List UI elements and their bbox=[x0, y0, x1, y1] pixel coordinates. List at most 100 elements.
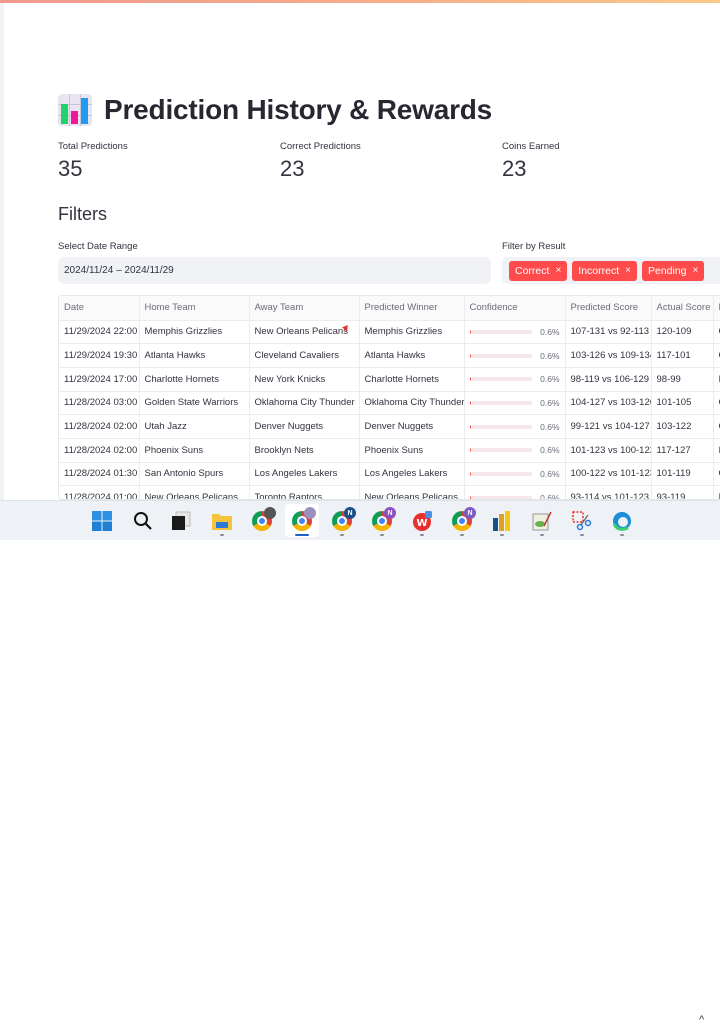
remove-icon[interactable]: × bbox=[625, 265, 631, 276]
result-filter-multiselect[interactable]: Correct × Incorrect × Pending × bbox=[502, 257, 720, 284]
column-header-actual-score[interactable]: Actual Score bbox=[651, 296, 713, 320]
cell-home-team[interactable]: Memphis Grizzlies bbox=[139, 320, 249, 344]
show-hidden-icons-chevron-up-icon[interactable]: ^ bbox=[699, 1014, 704, 1026]
cell-predicted-winner[interactable]: Memphis Grizzlies bbox=[359, 320, 464, 344]
date-range-input[interactable]: 2024/11/24 – 2024/11/29 bbox=[58, 257, 491, 284]
cell-date[interactable]: 11/28/2024 03:00 bbox=[59, 391, 139, 415]
cell-predicted-winner[interactable]: New Orleans Pelicans bbox=[359, 486, 464, 500]
column-header-predicted-score[interactable]: Predicted Score bbox=[565, 296, 651, 320]
cell-result[interactable]: Correct bbox=[713, 344, 720, 368]
cell-away-team[interactable]: Los Angeles Lakers bbox=[249, 462, 359, 486]
filter-pill-correct[interactable]: Correct × bbox=[509, 261, 567, 281]
cell-predicted-score[interactable]: 107-131 vs 92-113 bbox=[565, 320, 651, 344]
cell-actual-score[interactable]: 103-122 bbox=[651, 415, 713, 439]
cell-confidence[interactable]: 0.6% bbox=[464, 415, 565, 439]
table-row[interactable]: 11/28/2024 01:00New Orleans PelicansToro… bbox=[59, 486, 720, 500]
cell-away-team[interactable]: Brooklyn Nets bbox=[249, 438, 359, 462]
cell-confidence[interactable]: 0.6% bbox=[464, 462, 565, 486]
column-header-date[interactable]: Date bbox=[59, 296, 139, 320]
cell-home-team[interactable]: San Antonio Spurs bbox=[139, 462, 249, 486]
snipping-tool-button[interactable] bbox=[565, 504, 599, 537]
cell-predicted-score[interactable]: 104-127 vs 103-126 bbox=[565, 391, 651, 415]
wps-office-button[interactable]: W bbox=[405, 504, 439, 537]
cell-actual-score[interactable]: 101-119 bbox=[651, 462, 713, 486]
cell-confidence[interactable]: 0.6% bbox=[464, 438, 565, 462]
cell-predicted-winner[interactable]: Charlotte Hornets bbox=[359, 367, 464, 391]
column-header-confidence[interactable]: Confidence bbox=[464, 296, 565, 320]
cell-predicted-winner[interactable]: Los Angeles Lakers bbox=[359, 462, 464, 486]
cell-actual-score[interactable]: 93-119 bbox=[651, 486, 713, 500]
cell-result[interactable]: Correct bbox=[713, 320, 720, 344]
table-row[interactable]: 11/28/2024 03:00Golden State WarriorsOkl… bbox=[59, 391, 720, 415]
cell-predicted-score[interactable]: 98-119 vs 106-129 bbox=[565, 367, 651, 391]
column-header-away-team[interactable]: Away Team bbox=[249, 296, 359, 320]
cell-home-team[interactable]: Atlanta Hawks bbox=[139, 344, 249, 368]
cell-predicted-score[interactable]: 103-126 vs 109-134 bbox=[565, 344, 651, 368]
cell-result[interactable]: Correct bbox=[713, 462, 720, 486]
cell-away-team[interactable]: Oklahoma City Thunder bbox=[249, 391, 359, 415]
cell-actual-score[interactable]: 101-105 bbox=[651, 391, 713, 415]
cell-away-team[interactable]: New Orleans Pelicans bbox=[249, 320, 359, 344]
cell-date[interactable]: 11/29/2024 17:00 bbox=[59, 367, 139, 391]
cell-result[interactable]: Incorrect bbox=[713, 438, 720, 462]
cell-away-team[interactable]: Cleveland Cavaliers bbox=[249, 344, 359, 368]
cell-home-team[interactable]: Utah Jazz bbox=[139, 415, 249, 439]
cell-actual-score[interactable]: 117-127 bbox=[651, 438, 713, 462]
cell-date[interactable]: 11/28/2024 01:00 bbox=[59, 486, 139, 500]
column-header-result[interactable]: Result bbox=[713, 296, 720, 320]
table-row[interactable]: 11/28/2024 01:30San Antonio SpursLos Ang… bbox=[59, 462, 720, 486]
table-row[interactable]: 11/28/2024 02:00Phoenix SunsBrooklyn Net… bbox=[59, 438, 720, 462]
table-row[interactable]: 11/29/2024 19:30Atlanta HawksCleveland C… bbox=[59, 344, 720, 368]
cell-predicted-winner[interactable]: Denver Nuggets bbox=[359, 415, 464, 439]
search-button[interactable] bbox=[126, 504, 160, 537]
cell-predicted-winner[interactable]: Phoenix Suns bbox=[359, 438, 464, 462]
cell-result[interactable]: Incorrect bbox=[713, 486, 720, 500]
file-explorer-button[interactable] bbox=[205, 504, 239, 537]
remove-icon[interactable]: × bbox=[693, 265, 699, 276]
cell-home-team[interactable]: Golden State Warriors bbox=[139, 391, 249, 415]
power-bi-button[interactable] bbox=[485, 504, 519, 537]
start-button[interactable] bbox=[85, 504, 119, 537]
cell-result[interactable]: Correct bbox=[713, 391, 720, 415]
cell-confidence[interactable]: 0.6% bbox=[464, 320, 565, 344]
cell-away-team[interactable]: New York Knicks bbox=[249, 367, 359, 391]
column-header-home-team[interactable]: Home Team bbox=[139, 296, 249, 320]
chrome-profile-n-purple-2-button[interactable]: N bbox=[445, 504, 479, 537]
cell-predicted-score[interactable]: 99-121 vs 104-127 bbox=[565, 415, 651, 439]
chrome-profile-n-purple-button[interactable]: N bbox=[365, 504, 399, 537]
cell-predicted-score[interactable]: 100-122 vs 101-123 bbox=[565, 462, 651, 486]
cell-home-team[interactable]: New Orleans Pelicans bbox=[139, 486, 249, 500]
sidebar-collapsed-edge[interactable] bbox=[0, 3, 4, 500]
cell-predicted-score[interactable]: 93-114 vs 101-123 bbox=[565, 486, 651, 500]
cell-away-team[interactable]: Toronto Raptors bbox=[249, 486, 359, 500]
table-row[interactable]: 11/29/2024 17:00Charlotte HornetsNew Yor… bbox=[59, 367, 720, 391]
cell-predicted-winner[interactable]: Atlanta Hawks bbox=[359, 344, 464, 368]
chrome-profile-2-button[interactable] bbox=[285, 504, 319, 537]
cell-home-team[interactable]: Charlotte Hornets bbox=[139, 367, 249, 391]
cell-date[interactable]: 11/28/2024 02:00 bbox=[59, 438, 139, 462]
filter-pill-pending[interactable]: Pending × bbox=[642, 261, 704, 281]
cell-actual-score[interactable]: 98-99 bbox=[651, 367, 713, 391]
prediction-history-table[interactable]: Date Home Team Away Team Predicted Winne… bbox=[58, 295, 720, 500]
cell-away-team[interactable]: Denver Nuggets bbox=[249, 415, 359, 439]
cell-confidence[interactable]: 0.6% bbox=[464, 486, 565, 500]
chrome-profile-n-blue-button[interactable]: N bbox=[325, 504, 359, 537]
notepad-plus-plus-button[interactable] bbox=[525, 504, 559, 537]
remove-icon[interactable]: × bbox=[555, 265, 561, 276]
cell-confidence[interactable]: 0.6% bbox=[464, 367, 565, 391]
filter-pill-incorrect[interactable]: Incorrect × bbox=[572, 261, 637, 281]
column-header-predicted-winner[interactable]: Predicted Winner bbox=[359, 296, 464, 320]
cell-date[interactable]: 11/28/2024 01:30 bbox=[59, 462, 139, 486]
cell-confidence[interactable]: 0.6% bbox=[464, 391, 565, 415]
cell-actual-score[interactable]: 120-109 bbox=[651, 320, 713, 344]
cell-predicted-score[interactable]: 101-123 vs 100-122 bbox=[565, 438, 651, 462]
table-row[interactable]: 11/28/2024 02:00Utah JazzDenver NuggetsD… bbox=[59, 415, 720, 439]
cell-home-team[interactable]: Phoenix Suns bbox=[139, 438, 249, 462]
cell-confidence[interactable]: 0.6% bbox=[464, 344, 565, 368]
cell-date[interactable]: 11/29/2024 22:00 bbox=[59, 320, 139, 344]
cell-result[interactable]: Correct bbox=[713, 415, 720, 439]
cell-predicted-winner[interactable]: Oklahoma City Thunder bbox=[359, 391, 464, 415]
cell-result[interactable]: Incorrect bbox=[713, 367, 720, 391]
edge-button[interactable] bbox=[605, 504, 639, 537]
task-view-button[interactable] bbox=[164, 504, 198, 537]
